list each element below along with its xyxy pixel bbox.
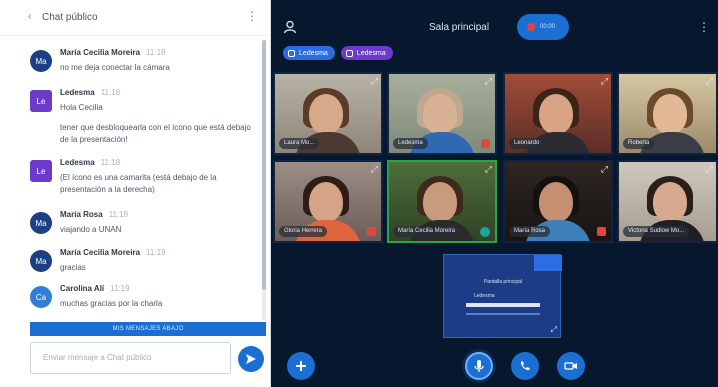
- expand-icon[interactable]: ⤢: [706, 164, 713, 175]
- muted-mic-icon: [597, 227, 606, 236]
- presenter-pill[interactable]: Ledesma: [340, 46, 393, 60]
- participant-name: Gloria Herrera: [279, 226, 328, 237]
- add-button[interactable]: [287, 352, 315, 380]
- message-time: 11:18: [100, 158, 121, 167]
- message-time: 11:19: [110, 284, 130, 293]
- presenter-name: Ledesma: [299, 49, 328, 57]
- avatar: Ma: [30, 50, 52, 72]
- kebab-menu-icon[interactable]: ⋮: [698, 20, 710, 34]
- expand-icon[interactable]: ⤢: [601, 164, 608, 175]
- scrollbar-thumb[interactable]: [262, 40, 266, 290]
- chat-panel: ‹ Chat público ⋮ Ma María Cecilia Moreir…: [0, 0, 271, 387]
- screenshare-title: Pantalla principal: [483, 279, 523, 285]
- participant-tile[interactable]: ⤢ María Rosa: [503, 160, 613, 243]
- participant-name: María Rosa: [509, 226, 551, 237]
- message-author: María Cecilia Moreira: [60, 48, 141, 57]
- participant-name: Victoria Sudlow Mo...: [623, 226, 690, 237]
- screenshare-minimize[interactable]: [534, 255, 562, 271]
- phone-button[interactable]: [511, 352, 539, 380]
- video-area: Sala principal 00:00 ⋮ Ledesma Ledesma ⤢…: [271, 0, 718, 387]
- avatar: Ca: [30, 286, 52, 308]
- presenter-name: Ledesma: [356, 49, 386, 57]
- user-list-button[interactable]: [283, 20, 297, 39]
- kebab-menu-icon[interactable]: ⋮: [246, 9, 258, 23]
- chat-scrollbar[interactable]: [262, 40, 266, 320]
- expand-icon[interactable]: ⤢: [371, 164, 378, 175]
- message-list: Ma María Cecilia Moreira 11:18 no me deja…: [0, 40, 262, 320]
- expand-icon[interactable]: ⤢: [706, 76, 713, 87]
- message-text: muchas gracias por la charla: [60, 299, 163, 308]
- participant-tile[interactable]: ⤢ Roberta: [617, 72, 718, 155]
- avatar: Le: [30, 90, 52, 112]
- user-icon: [283, 20, 297, 34]
- message-text: Hola Cecilia: [60, 103, 103, 112]
- welcome-bar[interactable]: MIS MENSAJES ABAJO: [30, 322, 266, 336]
- record-timer: 00:00: [540, 24, 556, 30]
- participant-name: Roberta: [623, 138, 655, 149]
- talking-indicator-icon: [480, 227, 490, 237]
- message-author: Ledesma: [60, 158, 95, 167]
- participant-name: Leonardo: [509, 138, 545, 149]
- message-author: María Cecilia Moreira: [60, 248, 141, 257]
- screenshare-bar: [466, 303, 540, 307]
- room-title: Sala principal: [429, 22, 490, 33]
- message-author: Carolina Alí: [60, 284, 105, 293]
- screen-icon: [345, 49, 353, 57]
- screen-icon: [288, 49, 295, 57]
- participant-tile[interactable]: ⤢ Leonardo: [503, 72, 613, 155]
- participant-tile[interactable]: ⤢ María Cecilia Moreira: [387, 160, 497, 243]
- message-text: gracias: [60, 263, 86, 272]
- chat-title[interactable]: Chat público: [42, 12, 98, 23]
- participant-tile[interactable]: ⤢ Victoria Sudlow Mo...: [617, 160, 718, 243]
- send-icon: [246, 354, 256, 364]
- message-text: no me deja conectar la cámara: [60, 63, 170, 72]
- message-author: María Rosa: [60, 210, 103, 219]
- record-dot-icon: [527, 23, 535, 31]
- message-author: Ledesma: [60, 88, 95, 97]
- participant-tile[interactable]: ⤢ Gloria Herrera: [273, 160, 383, 243]
- message-text: tener que desbloquearla con el ícono que…: [60, 123, 251, 144]
- screenshare-presenter: Ledesma: [474, 293, 495, 299]
- send-button[interactable]: [238, 346, 264, 372]
- participant-name: Laura Mo...: [279, 138, 320, 149]
- avatar: Ma: [30, 212, 52, 234]
- phone-icon: [520, 361, 530, 371]
- muted-mic-icon: [481, 139, 490, 148]
- participant-name: María Cecilia Moreira: [393, 226, 461, 237]
- message-time: 11:19: [146, 248, 166, 257]
- message-input[interactable]: Enviar mensaje a Chat público: [30, 342, 231, 374]
- message-time: 11:18: [100, 88, 121, 97]
- camera-icon: [564, 362, 577, 370]
- expand-icon[interactable]: ⤢: [551, 325, 557, 335]
- plus-icon: [296, 361, 306, 371]
- record-button[interactable]: 00:00: [517, 14, 569, 40]
- participant-name: Ledesma: [393, 138, 428, 149]
- message-text: viajando a UNAN: [60, 225, 122, 234]
- expand-icon[interactable]: ⤢: [485, 76, 492, 87]
- microphone-button[interactable]: [465, 352, 493, 380]
- presenter-pill[interactable]: Ledesma: [283, 46, 335, 60]
- camera-button[interactable]: [557, 352, 585, 380]
- muted-mic-icon: [367, 227, 376, 236]
- expand-icon[interactable]: ⤢: [485, 164, 492, 175]
- avatar: Ma: [30, 250, 52, 272]
- microphone-icon: [474, 360, 484, 372]
- chat-header: ‹ Chat público ⋮: [0, 0, 270, 36]
- participant-tile[interactable]: ⤢ Ledesma: [387, 72, 497, 155]
- avatar: Le: [30, 160, 52, 182]
- screenshare-line: [466, 313, 540, 315]
- presenter-list: Ledesma Ledesma: [283, 46, 393, 60]
- chevron-left-icon[interactable]: ‹: [28, 11, 31, 22]
- message-text: (El ícono es una camarita (está debajo d…: [60, 173, 217, 194]
- message-time: 11:18: [146, 48, 166, 57]
- participant-tile[interactable]: ⤢ Laura Mo...: [273, 72, 383, 155]
- expand-icon[interactable]: ⤢: [601, 76, 608, 87]
- message-time: 11:18: [108, 210, 129, 219]
- expand-icon[interactable]: ⤢: [371, 76, 378, 87]
- screenshare-thumbnail[interactable]: Pantalla principal Ledesma ⤢: [443, 254, 562, 338]
